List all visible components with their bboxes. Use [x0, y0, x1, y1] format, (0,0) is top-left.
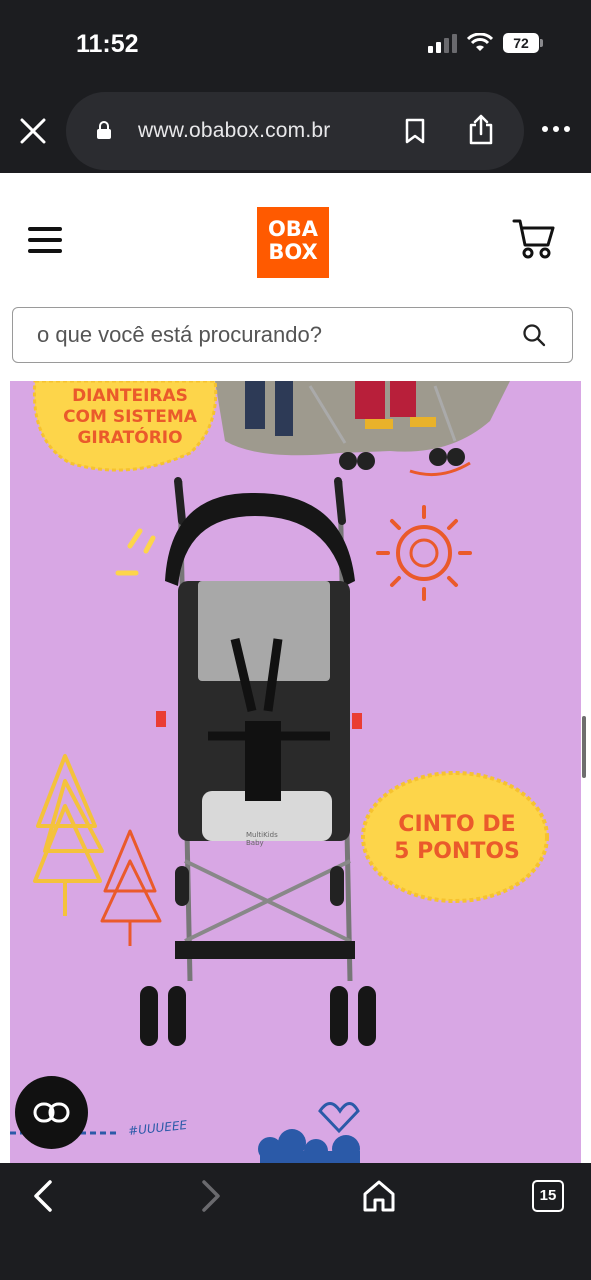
forward-icon[interactable] — [198, 1179, 224, 1213]
browser-toolbar: www.obabox.com.br — [0, 90, 591, 173]
search-input[interactable] — [37, 308, 507, 361]
menu-icon[interactable] — [28, 227, 62, 255]
badge-swivel-wheels: DIANTEIRAS COM SISTEMA GIRATÓRIO — [50, 386, 210, 449]
lock-icon — [97, 121, 111, 139]
bookmark-icon[interactable] — [404, 118, 426, 144]
battery-indicator: 72 — [503, 33, 543, 53]
badge-top-line2: COM SISTEMA — [63, 407, 197, 427]
address-bar[interactable]: www.obabox.com.br — [66, 92, 524, 170]
wifi-icon — [467, 33, 493, 51]
more-icon[interactable] — [542, 126, 570, 132]
stroller-image — [140, 477, 376, 1046]
badge-right-line2: 5 PONTOS — [394, 839, 520, 864]
browser-bottom-bar: 15 — [0, 1163, 591, 1280]
site-header: OBA BOX — [0, 173, 591, 303]
badge-five-point-harness: CINTO DE 5 PONTOS — [378, 811, 536, 865]
home-icon[interactable] — [362, 1179, 396, 1213]
tabs-icon[interactable]: 15 — [532, 1180, 564, 1212]
banner-artwork — [10, 381, 549, 1163]
cart-icon[interactable] — [512, 217, 556, 259]
link-icon — [33, 1102, 70, 1123]
logo-line2: BOX — [268, 240, 318, 264]
badge-top-line1: DIANTEIRAS — [72, 386, 188, 406]
logo-line1: OBA — [267, 217, 319, 241]
status-bar: 11:52 72 — [0, 0, 591, 90]
url-text[interactable]: www.obabox.com.br — [138, 119, 330, 143]
seat-brand-label: MultiKids Baby — [246, 831, 278, 847]
scrollbar-thumb[interactable] — [582, 716, 586, 778]
back-icon[interactable] — [30, 1179, 56, 1213]
badge-top-line3: GIRATÓRIO — [77, 428, 183, 448]
search-box — [12, 307, 573, 363]
obabox-logo[interactable]: OBA BOX — [257, 207, 329, 278]
sun-doodle — [376, 505, 472, 601]
close-icon[interactable] — [18, 116, 48, 146]
signal-icon — [428, 33, 457, 53]
badge-right-line1: CINTO DE — [398, 812, 516, 837]
share-icon[interactable] — [468, 114, 494, 146]
status-time: 11:52 — [76, 30, 139, 58]
link-button[interactable] — [15, 1076, 88, 1149]
product-banner: DIANTEIRAS COM SISTEMA GIRATÓRIO CINTO D… — [10, 381, 581, 1163]
status-icons: 72 — [428, 33, 543, 53]
search-icon[interactable] — [522, 323, 546, 347]
